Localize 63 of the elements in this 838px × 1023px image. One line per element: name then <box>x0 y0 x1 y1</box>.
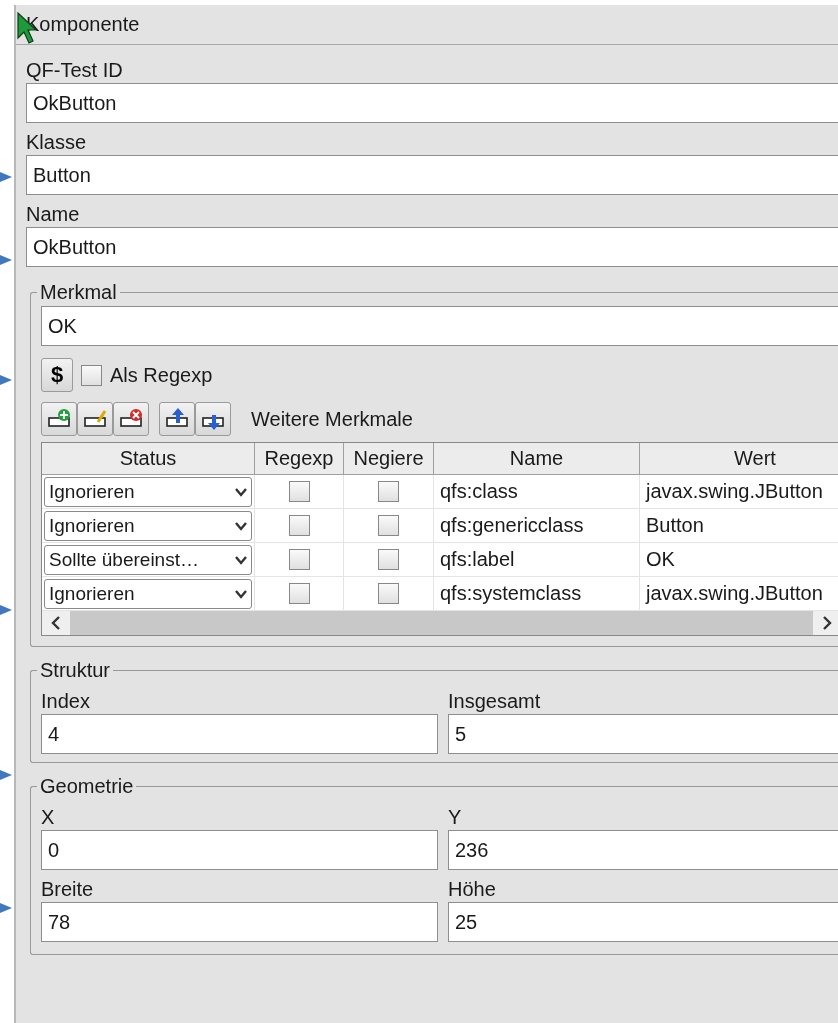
pointer-arrow-icon <box>0 769 12 781</box>
column-header[interactable]: Negiere <box>344 443 434 475</box>
checkbox[interactable] <box>288 549 310 570</box>
column-header[interactable]: Status <box>42 443 255 475</box>
column-header[interactable]: Wert <box>640 443 838 475</box>
checkbox[interactable] <box>378 481 399 502</box>
field-label: Name <box>26 202 81 227</box>
table-cell: qfs:genericclass <box>434 509 640 543</box>
pointer-arrow-icon <box>0 604 12 616</box>
pointer-arrow-icon <box>0 902 12 914</box>
delete-row-button[interactable] <box>113 402 149 436</box>
field-label: QF-Test ID <box>26 58 124 83</box>
text-field[interactable]: 4 <box>41 714 438 754</box>
checkbox[interactable] <box>288 583 310 604</box>
field-label: Insgesamt <box>448 689 542 714</box>
field-label: Y <box>448 805 463 830</box>
table-cell: javax.swing.JButton <box>640 475 838 509</box>
text-field[interactable]: OkButton <box>26 83 838 123</box>
text-field[interactable]: Button <box>26 155 838 195</box>
status-dropdown[interactable]: Ignorieren <box>44 476 252 507</box>
checkbox-label: Als Regexp <box>110 363 213 387</box>
move-up-button[interactable] <box>159 402 195 436</box>
edit-row-button[interactable] <box>77 402 113 436</box>
text-field[interactable]: 78 <box>41 902 438 942</box>
chevron-right-icon <box>821 616 833 630</box>
text-field[interactable]: OK <box>41 306 838 346</box>
text-field[interactable]: 236 <box>448 830 838 870</box>
checkbox[interactable] <box>378 583 399 604</box>
chevron-left-icon <box>50 616 62 630</box>
pointer-arrow-icon <box>0 374 12 386</box>
text-field[interactable]: 5 <box>448 714 838 754</box>
group-title: Merkmal <box>39 281 118 304</box>
field-label: Index <box>41 689 91 714</box>
column-header[interactable]: Name <box>434 443 640 475</box>
checkbox[interactable] <box>81 364 102 386</box>
table-cell: qfs:class <box>434 475 640 509</box>
pointer-arrow-icon <box>0 171 12 183</box>
dollar-button[interactable]: $ <box>41 358 73 392</box>
table-cell: OK <box>640 543 838 577</box>
checkbox[interactable] <box>288 481 310 502</box>
status-dropdown[interactable]: Ignorieren <box>44 510 252 541</box>
field-label: Breite <box>41 877 95 902</box>
horizontal-scrollbar[interactable] <box>42 611 838 635</box>
status-dropdown[interactable]: Sollte übereinst… <box>44 544 252 575</box>
text-field[interactable]: 25 <box>448 902 838 942</box>
status-dropdown[interactable]: Ignorieren <box>44 578 252 609</box>
text-field[interactable]: OkButton <box>26 227 838 267</box>
table-title: Weitere Merkmale <box>251 407 413 431</box>
checkbox[interactable] <box>288 515 310 536</box>
checkbox[interactable] <box>378 515 399 536</box>
field-label: Höhe <box>448 877 497 902</box>
field-label: X <box>41 805 56 830</box>
checkbox[interactable] <box>378 549 399 570</box>
pointer-arrow-icon <box>0 254 12 266</box>
column-header[interactable]: Regexp <box>255 443 344 475</box>
group-title: Geometrie <box>39 775 135 798</box>
group-title: Struktur <box>39 659 112 682</box>
text-field[interactable]: 0 <box>41 830 438 870</box>
move-down-button[interactable] <box>195 402 231 436</box>
add-row-button[interactable] <box>41 402 77 436</box>
table-cell: Button <box>640 509 838 543</box>
field-label: Klasse <box>26 130 88 155</box>
table-cell: qfs:label <box>434 543 640 577</box>
